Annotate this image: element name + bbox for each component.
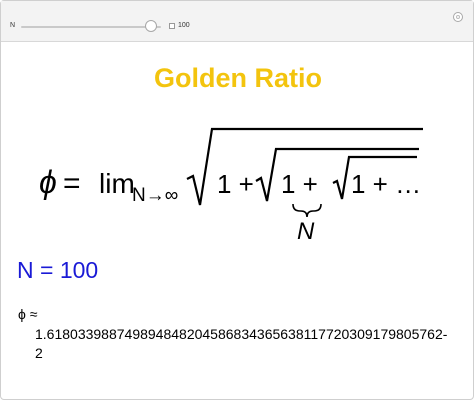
page-title: Golden Ratio — [154, 63, 322, 93]
expand-controls-button[interactable] — [169, 23, 175, 29]
equals-sign: = — [63, 167, 81, 200]
phi-digits: 1.61803398874989484820458683436563811772… — [35, 325, 465, 363]
slider-thumb[interactable] — [145, 20, 158, 32]
manipulate-panel: N 100 Golden Ratio ϕ = lim N→∞ 1 + 1 + 1… — [0, 0, 474, 400]
phi-symbol: ϕ — [39, 164, 57, 200]
controls-bar: N 100 — [1, 1, 473, 42]
slider-value: 100 — [178, 22, 190, 29]
digits-line-1: 1.61803398874989484820458683436563811772… — [35, 326, 448, 342]
slider-label: N — [10, 22, 16, 29]
brace-label-n: N — [297, 218, 315, 245]
term-one-plus-ellipsis: 1 + … — [351, 169, 421, 199]
options-menu-icon[interactable] — [453, 12, 463, 22]
term-one-plus-1: 1 + — [217, 169, 254, 199]
nested-radical-formula: ϕ = lim N→∞ 1 + 1 + 1 + … N — [1, 121, 474, 256]
digits-line-2: 2 — [35, 345, 43, 361]
n-slider[interactable] — [21, 26, 161, 28]
phi-approx-label: ϕ ≈ — [18, 306, 38, 322]
n-value-display: N = 100 — [17, 257, 99, 283]
term-one-plus-2: 1 + — [281, 169, 318, 199]
underbrace — [292, 203, 322, 218]
lim-subscript: N→∞ — [132, 185, 178, 206]
lim-text: lim — [99, 168, 135, 199]
